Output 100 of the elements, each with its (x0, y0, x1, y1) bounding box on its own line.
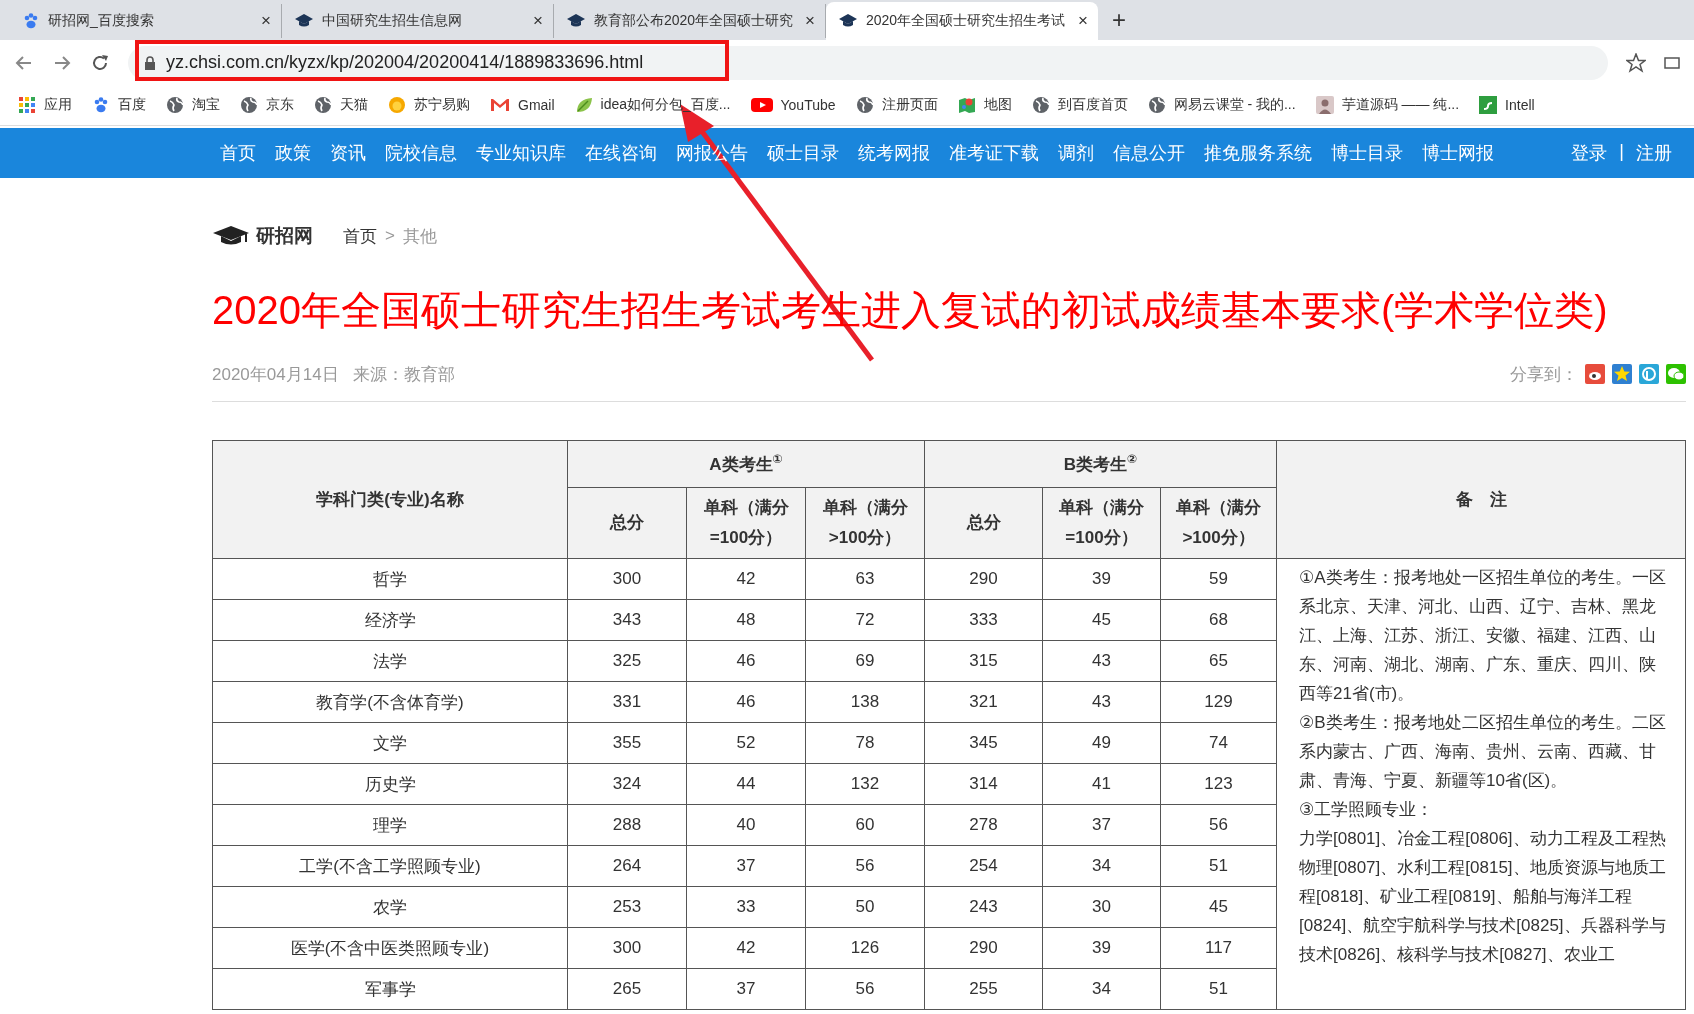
nav-link[interactable]: 统考网报 (858, 141, 930, 165)
site-logo[interactable]: 研招网 (212, 223, 313, 249)
table-cell: 教育学(不含体育学) (212, 681, 568, 723)
extension-icon (1664, 54, 1680, 71)
avatar-icon (1315, 96, 1334, 114)
bookmark[interactable]: 地图 (957, 96, 1012, 114)
bookmark[interactable]: idea如何分包_百度... (574, 96, 731, 114)
breadcrumb-separator: > (385, 226, 395, 246)
bookmark[interactable]: 天猫 (314, 96, 368, 114)
share-icon (1585, 364, 1605, 384)
column-header: 单科（满分=100分） (686, 487, 806, 559)
note-text: ③工学照顾专业： (1299, 799, 1435, 821)
browser-tab[interactable]: 2020年全国硕士研究生招生考试 × (826, 2, 1098, 40)
globe-icon (166, 96, 184, 114)
globe-icon (314, 96, 332, 114)
nav-link[interactable]: 专业知识库 (476, 141, 566, 165)
tab-title: 研招网_百度搜索 (48, 12, 155, 30)
table-cell: 50 (805, 886, 925, 928)
nav-link[interactable]: 院校信息 (385, 141, 457, 165)
table-cell: 37 (686, 968, 806, 1010)
note-text: ②B类考生：报考地处二区招生单位的考生。二区系内蒙古、广西、海南、贵州、云南、西藏、甘肃、青海、宁夏、新疆等10省(区)。 (1299, 712, 1667, 792)
table-cell: 254 (924, 845, 1043, 887)
table-cell: 243 (924, 886, 1043, 928)
table-cell: 经济学 (212, 599, 568, 641)
nav-link[interactable]: 首页 (220, 141, 256, 165)
register-link[interactable]: 注册 (1636, 141, 1672, 165)
bookmark[interactable]: Gmail (490, 97, 555, 113)
close-icon[interactable]: × (533, 11, 543, 31)
login-link[interactable]: 登录 (1571, 141, 1608, 165)
table-cell: 345 (924, 722, 1043, 764)
share-label: 分享到： (1510, 363, 1578, 386)
bookmark[interactable]: 京东 (240, 96, 294, 114)
address-bar[interactable]: yz.chsi.com.cn/kyzx/kp/202004/20200414/1889833696.html (128, 45, 1608, 80)
bookmark[interactable]: 淘宝 (166, 96, 220, 114)
table-cell: 历史学 (212, 763, 568, 805)
close-icon[interactable]: × (805, 11, 815, 31)
table-cell: 300 (567, 558, 687, 600)
apps-icon (18, 96, 36, 114)
bookmark[interactable]: 芋道源码 —— 纯... (1315, 96, 1460, 114)
paw-icon (22, 12, 40, 30)
nav-link[interactable]: 在线咨询 (585, 141, 657, 165)
table-cell: 34 (1042, 845, 1161, 887)
table-cell: 331 (567, 681, 687, 723)
table-cell: 56 (805, 845, 925, 887)
table-cell: 医学(不含中医类照顾专业) (212, 927, 568, 969)
table-cell: 法学 (212, 640, 568, 682)
table-cell: 37 (1042, 804, 1161, 846)
note-text: 力学[0801]、冶金工程[0806]、动力工程及工程热物理[0807]、水利工程[0815]、地质资源与地质工程[0818]、矿业工程[0819]、船舶与海洋工程[0824]、航空宇航科学与技术[0825]、兵器科学与技术[0826]、核科学与技术[0827]、农业工 (1299, 828, 1667, 966)
nav-link[interactable]: 硕士目录 (767, 141, 839, 165)
column-header: 总分 (924, 487, 1043, 559)
column-header: 单科（满分>100分） (1160, 487, 1277, 559)
globe-icon (1031, 96, 1050, 114)
table-cell: 44 (686, 763, 806, 805)
tab-title: 教育部公布2020年全国硕士研究 (594, 12, 795, 30)
column-header: 备 注 (1276, 440, 1686, 559)
browser-tab[interactable]: 研招网_百度搜索 × (10, 4, 282, 38)
table-cell: 哲学 (212, 558, 568, 600)
bookmark[interactable]: 百度 (92, 96, 146, 114)
close-icon[interactable]: × (1078, 11, 1088, 31)
close-icon[interactable]: × (261, 11, 271, 31)
url-text: yz.chsi.com.cn/kyzx/kp/202004/20200414/1889833696.html (166, 52, 644, 73)
lock-icon (144, 55, 156, 70)
share-icon (1639, 364, 1659, 384)
graduation-cap-icon (212, 225, 250, 247)
browser-tab[interactable]: 中国研究生招生信息网 × (282, 4, 554, 38)
tab-title: 中国研究生招生信息网 (322, 12, 463, 30)
nav-link[interactable]: 博士目录 (1331, 141, 1403, 165)
bookmark[interactable]: 苏宁易购 (388, 96, 470, 114)
reload-icon (90, 52, 110, 73)
chat-icon (1666, 364, 1686, 384)
table-cell: 63 (805, 558, 925, 600)
table-cell: 321 (924, 681, 1043, 723)
nav-link[interactable]: 调剂 (1058, 141, 1094, 165)
map-pin-icon (957, 96, 976, 114)
table-cell: 46 (686, 681, 806, 723)
breadcrumb-link[interactable]: 首页 (343, 224, 377, 248)
star-icon (1626, 52, 1646, 73)
nav-link[interactable]: 博士网报 (1422, 141, 1494, 165)
bookmark[interactable]: 注册页面 (855, 96, 938, 114)
bookmark[interactable]: 到百度首页 (1031, 96, 1128, 114)
table-cell: 78 (805, 722, 925, 764)
bookmark[interactable]: 应用 (18, 96, 72, 114)
tab-title: 2020年全国硕士研究生招生考试 (866, 12, 1067, 30)
table-cell: 43 (1042, 681, 1161, 723)
bookmark[interactable]: 网易云课堂 - 我的... (1147, 96, 1296, 114)
publish-date: 2020年04月14日 (212, 363, 339, 386)
bookmark[interactable]: YouTube (750, 97, 836, 113)
table-cell: 56 (805, 968, 925, 1010)
table-cell: 343 (567, 599, 687, 641)
globe-icon (240, 96, 258, 114)
nav-link[interactable]: 政策 (275, 141, 311, 165)
table-cell: 69 (805, 640, 925, 682)
nav-link[interactable]: 准考证下载 (949, 141, 1039, 165)
bookmark[interactable]: Intell (1479, 96, 1535, 114)
mail-icon (490, 97, 510, 113)
nav-link[interactable]: 信息公开 (1113, 141, 1185, 165)
table-cell: 33 (686, 886, 806, 928)
nav-link[interactable]: 资讯 (330, 141, 366, 165)
nav-link[interactable]: 推免服务系统 (1204, 141, 1312, 165)
new-tab-button[interactable]: + (1112, 6, 1126, 34)
